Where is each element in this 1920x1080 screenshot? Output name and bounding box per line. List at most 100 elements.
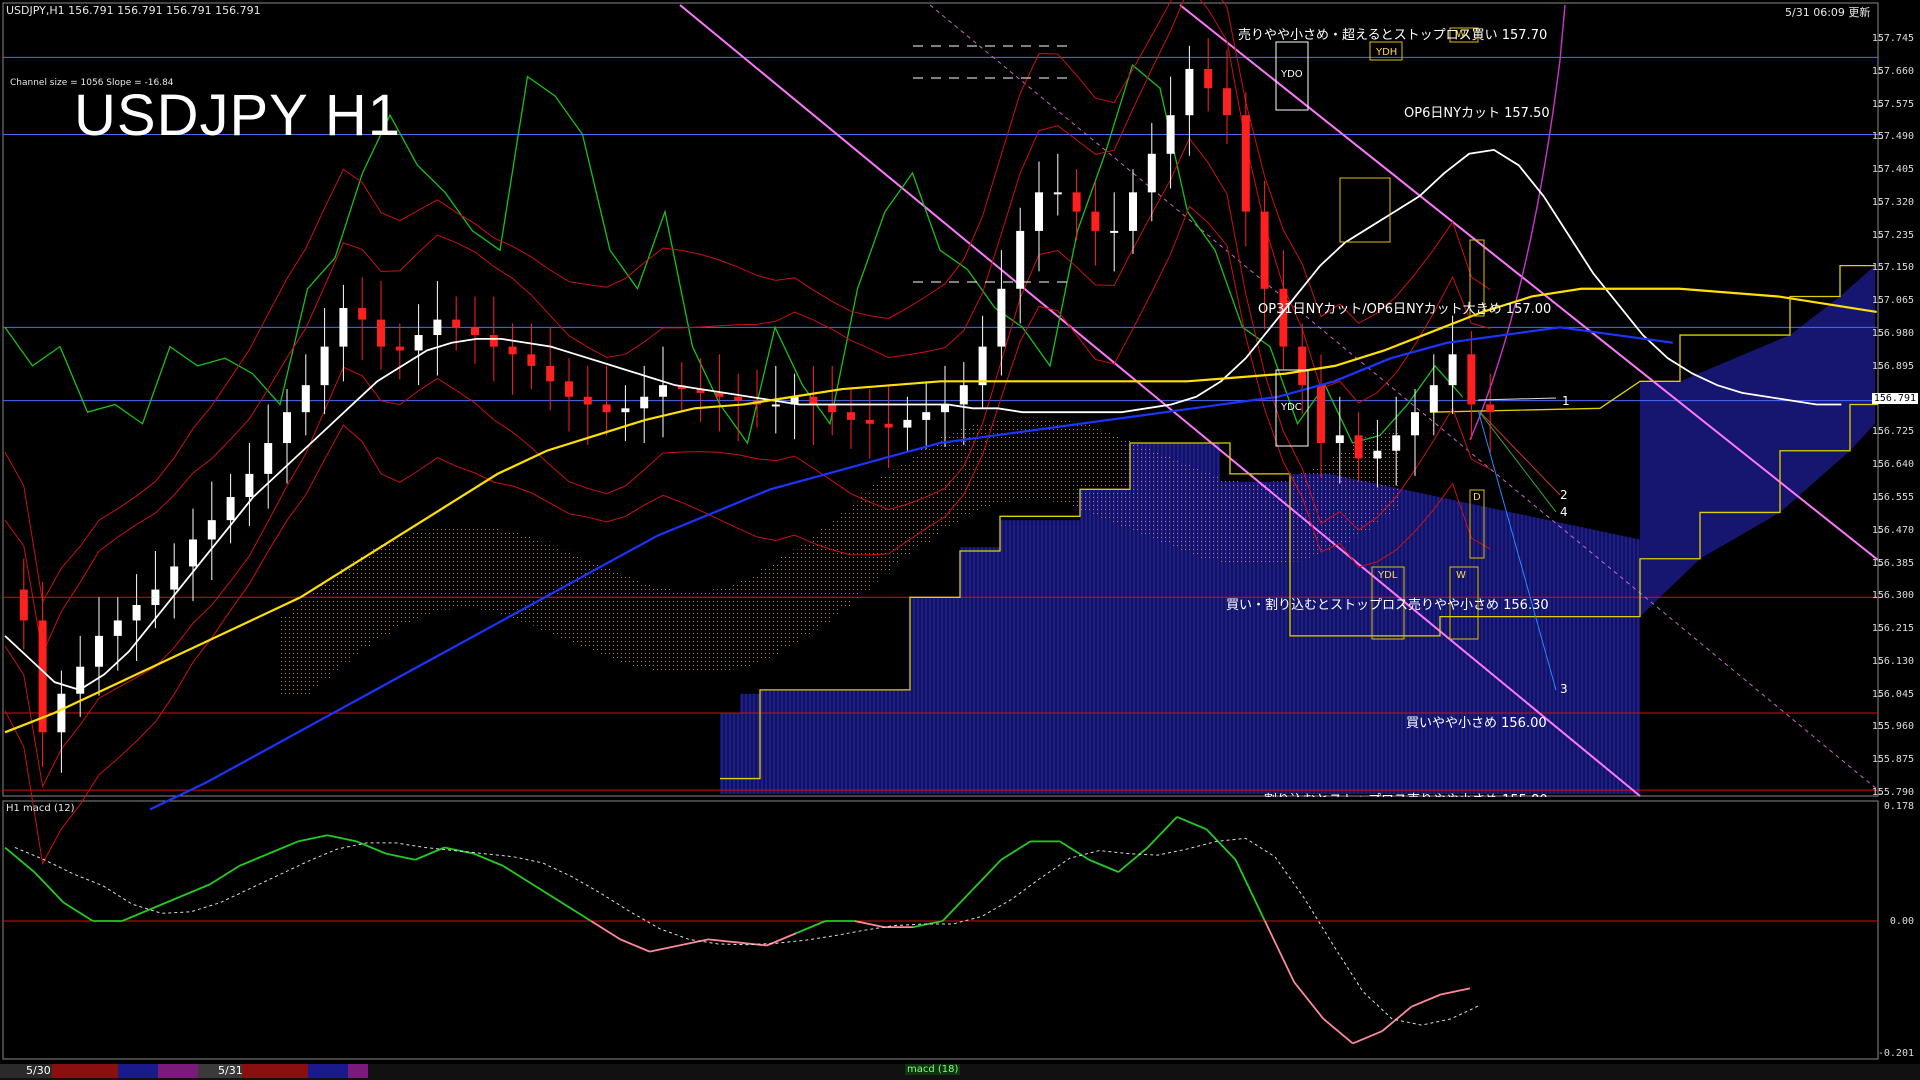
- macd-line: [1352, 1030, 1383, 1045]
- candle-body: [489, 335, 498, 347]
- candle-body: [1053, 192, 1062, 195]
- macd-line: [590, 920, 621, 941]
- candle-body: [1411, 412, 1419, 436]
- marker-d: D: [1473, 492, 1481, 503]
- annotation-156-00: 買いやや小さめ 156.00: [1406, 716, 1547, 731]
- macd-line: [1117, 846, 1149, 873]
- candle-body: [358, 308, 367, 320]
- macd-line: [444, 846, 474, 855]
- candle-body: [1429, 385, 1438, 413]
- date-label-5-30: 5/30: [26, 1064, 51, 1077]
- macd-line: [561, 901, 592, 922]
- macd-line: [1264, 920, 1296, 983]
- candle-body: [809, 396, 818, 405]
- candle-body: [226, 497, 235, 521]
- candle-body: [339, 308, 348, 347]
- annotation-157-00: OP31日NYカット/OP6日NYカット大きめ 157.00: [1258, 302, 1552, 317]
- macd-line: [795, 920, 826, 935]
- macd-line: [1440, 987, 1471, 996]
- candle-body: [865, 419, 874, 424]
- candle-body: [189, 539, 197, 567]
- macd-line: [209, 865, 240, 886]
- candle-body: [1185, 68, 1194, 116]
- candle-body: [602, 404, 611, 413]
- macd-panel-frame: [2, 800, 1879, 1060]
- y-tick-label: 156.130: [1871, 655, 1914, 667]
- timeline-seg: [348, 1064, 368, 1078]
- candle-body: [978, 346, 987, 386]
- macd-line: [239, 852, 270, 867]
- candle-body: [1392, 435, 1401, 451]
- label-2: 2: [1560, 488, 1568, 502]
- y-tick-label: 156.895: [1871, 360, 1914, 372]
- macd-line: [1322, 1018, 1354, 1045]
- macd-line: [268, 840, 299, 855]
- candle-body: [452, 319, 461, 328]
- candle-body: [395, 346, 404, 351]
- macd-line: [941, 889, 973, 922]
- candle-body: [847, 412, 855, 420]
- macd-axis-zero: 0.00: [1889, 916, 1914, 927]
- candle-body: [1091, 211, 1100, 231]
- marker-w-bottom: W: [1456, 570, 1466, 581]
- candle-body: [659, 385, 667, 397]
- candle-body: [264, 443, 273, 474]
- candle-body: [19, 589, 28, 621]
- timeline-seg: [242, 1064, 308, 1078]
- label-1: 1: [1562, 394, 1570, 408]
- y-tick-label: 156.980: [1871, 328, 1914, 340]
- y-tick-label: 157.235: [1871, 229, 1914, 241]
- macd-line: [1411, 993, 1442, 1008]
- candle-body: [1035, 192, 1043, 231]
- candle-body: [1204, 68, 1213, 89]
- candle-body: [565, 381, 573, 397]
- candle-body: [1486, 404, 1495, 413]
- candle-body: [207, 520, 216, 540]
- macd-line: [385, 852, 416, 861]
- annotation-155-80: 割り込むとストップロス売りやや小さめ 155.80: [1264, 789, 1548, 797]
- candle-body: [1467, 354, 1476, 405]
- candle-body: [283, 412, 291, 444]
- candle-body: [113, 620, 122, 636]
- macd-line: [708, 938, 738, 944]
- y-tick-label: 157.405: [1871, 164, 1914, 176]
- candle-body: [471, 327, 479, 336]
- timestamp: 5/31 06:09 更新: [1785, 6, 1871, 19]
- y-tick-label: 156.215: [1871, 623, 1914, 635]
- timeline-seg: [118, 1064, 158, 1078]
- macd-line: [854, 920, 885, 929]
- candle-body: [377, 319, 385, 347]
- label-3: 3: [1560, 682, 1568, 696]
- y-tick-label: 156.300: [1871, 590, 1914, 602]
- candle-body: [715, 392, 724, 397]
- indicator-tab[interactable]: macd (18): [905, 1064, 961, 1075]
- macd-line: [1293, 981, 1325, 1020]
- y-tick-label: 157.660: [1871, 65, 1914, 77]
- candle-body: [884, 423, 893, 428]
- candle-body: [151, 589, 160, 606]
- candle-body: [1166, 115, 1175, 154]
- candle-body: [583, 396, 592, 405]
- marker-ydo: YDO: [1281, 69, 1303, 80]
- macd-line: [531, 883, 563, 904]
- y-tick-label: 156.470: [1871, 524, 1914, 536]
- price-chart[interactable]: [0, 0, 1920, 1080]
- candle-body: [433, 319, 442, 336]
- candle-body: [245, 473, 254, 498]
- timeline-seg: [52, 1064, 118, 1078]
- y-tick-label: 156.555: [1871, 491, 1914, 503]
- cloud-ext: [1640, 265, 1875, 617]
- candle-body: [1354, 435, 1363, 459]
- ichimoku-cloud: [280, 40, 1875, 794]
- macd-line: [180, 883, 211, 898]
- macd-axis-bottom: -0.201: [1877, 1048, 1914, 1059]
- candle-body: [640, 396, 649, 409]
- candle-body: [414, 335, 423, 351]
- candle-body: [1373, 450, 1382, 459]
- candle-body: [1241, 115, 1250, 212]
- y-tick-label: 156.385: [1871, 557, 1914, 569]
- candle-body: [132, 605, 141, 621]
- marker-ydl: YDL: [1378, 570, 1398, 581]
- y-tick-label: 157.150: [1871, 262, 1914, 274]
- macd-line: [1147, 816, 1178, 849]
